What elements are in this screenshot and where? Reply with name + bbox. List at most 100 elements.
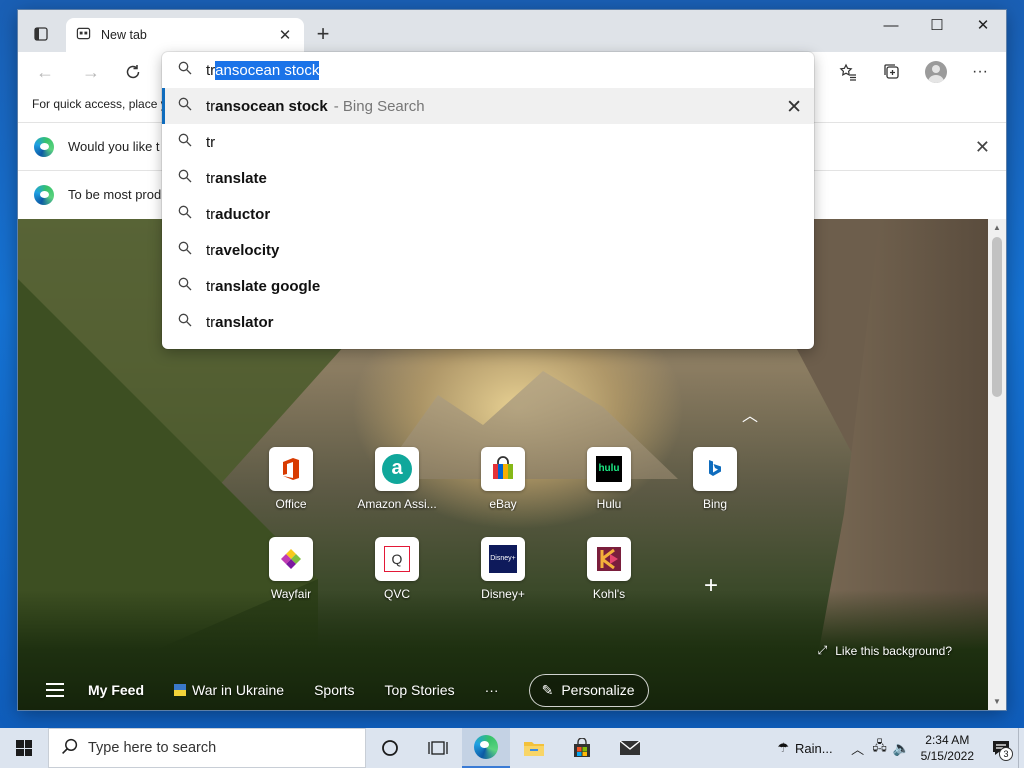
chevron-up-icon[interactable]: ︿ (847, 728, 869, 768)
settings-more-icon[interactable]: ··· (964, 58, 996, 86)
quick-link-amazon[interactable]: a Amazon Assi... (352, 447, 442, 511)
notifications-icon[interactable]: 3 (984, 728, 1018, 768)
quick-link-label: Wayfair (270, 587, 312, 601)
refresh-icon[interactable] (118, 58, 148, 86)
mail-icon[interactable] (606, 728, 654, 768)
volume-icon[interactable]: 🔈 (891, 728, 913, 768)
feed-tab-sports[interactable]: Sports (314, 682, 354, 698)
hulu-icon: hulu (587, 447, 631, 491)
cortana-icon[interactable] (366, 728, 414, 768)
address-bar-input[interactable]: transocean stock (162, 52, 814, 88)
wayfair-icon (269, 537, 313, 581)
suggestion-item[interactable]: translator (162, 304, 814, 340)
clock-time: 2:34 AM (925, 733, 970, 747)
quick-link-kohls[interactable]: Kohl's (564, 537, 654, 601)
quick-link-ebay[interactable]: eBay (458, 447, 548, 511)
clock[interactable]: 2:34 AM 5/15/2022 (921, 732, 974, 764)
personalize-label: Personalize (561, 682, 635, 698)
tab-actions-icon[interactable] (24, 20, 58, 48)
windows-logo-icon (16, 740, 32, 756)
infobar-message: Would you like t (68, 139, 160, 154)
scroll-up-icon[interactable]: ▲ (988, 223, 1006, 232)
edge-logo-icon (34, 136, 54, 157)
quick-link-bing[interactable]: Bing (670, 447, 760, 511)
remove-suggestion-icon[interactable]: ✕ (786, 96, 802, 119)
quick-link-label: Kohl's (592, 587, 626, 601)
infobar-message: To be most prod (68, 187, 162, 202)
search-icon (61, 738, 78, 758)
minimize-button[interactable]: — (868, 10, 914, 40)
disney-icon: Disney+ (481, 537, 525, 581)
autocomplete-selection: ansocean stock (215, 60, 320, 80)
tab-close-icon[interactable]: ✕ (276, 26, 294, 44)
amazon-icon: a (375, 447, 419, 491)
personalize-button[interactable]: ✎ Personalize (528, 673, 650, 707)
tab-new-tab[interactable]: New tab ✕ (66, 18, 304, 52)
forward-icon[interactable]: → (76, 58, 106, 86)
suggestion-item[interactable]: translate google (162, 268, 814, 304)
quick-link-wayfair[interactable]: Wayfair (246, 537, 336, 601)
network-icon[interactable]: 🖧 (869, 728, 891, 768)
quick-link-qvc[interactable]: Q QVC (352, 537, 442, 601)
search-icon (178, 133, 192, 151)
suggestion-item[interactable]: transocean stock - Bing Search ✕ (162, 88, 814, 124)
search-icon (178, 277, 192, 295)
edge-taskbar-icon[interactable] (462, 728, 510, 768)
scroll-down-icon[interactable]: ▼ (988, 697, 1006, 706)
scrollbar-thumb[interactable] (992, 237, 1002, 397)
like-background-link[interactable]: ⤢ Like this background? (818, 643, 952, 658)
task-view-icon[interactable] (414, 728, 462, 768)
weather-widget[interactable]: ☂ Rain... (777, 740, 832, 756)
collections-icon[interactable] (876, 58, 908, 86)
feed-more-icon[interactable]: ··· (485, 682, 499, 698)
address-bar-dropdown: transocean stock transocean stock - Bing … (162, 52, 814, 349)
show-desktop-button[interactable] (1018, 728, 1024, 768)
chevron-up-icon[interactable]: ︿ (742, 402, 758, 426)
infobar-close-icon[interactable]: ✕ (975, 137, 990, 158)
feed-tab-top-stories[interactable]: Top Stories (385, 682, 455, 698)
kohls-icon (587, 537, 631, 581)
search-icon (178, 61, 192, 79)
tab-strip: New tab ✕ + — ☐ ✕ (18, 10, 1006, 52)
maximize-button[interactable]: ☐ (914, 10, 960, 40)
feed-bar: My Feed War in Ukraine Sports Top Storie… (18, 670, 988, 710)
toolbar-right: ··· (832, 58, 996, 86)
suggestion-item[interactable]: tr (162, 124, 814, 160)
edge-logo-icon (34, 184, 54, 205)
search-icon (178, 97, 192, 115)
suggestion-hint: - Bing Search (333, 97, 425, 115)
pencil-icon: ✎ (541, 681, 554, 698)
qvc-icon: Q (375, 537, 419, 581)
close-window-button[interactable]: ✕ (960, 10, 1006, 40)
new-tab-page-icon (76, 26, 91, 44)
feed-tab-my-feed[interactable]: My Feed (88, 682, 144, 698)
search-icon (178, 169, 192, 187)
search-icon (178, 241, 192, 259)
suggestion-item[interactable]: travelocity (162, 232, 814, 268)
add-quick-link-button[interactable]: + (704, 572, 718, 600)
window-controls: — ☐ ✕ (868, 10, 1006, 42)
file-explorer-icon[interactable] (510, 728, 558, 768)
suggestion-item[interactable]: translate (162, 160, 814, 196)
taskbar-search-box[interactable]: Type here to search (48, 728, 366, 768)
office-icon (269, 447, 313, 491)
quick-link-label: Hulu (596, 497, 622, 511)
back-icon[interactable]: ← (30, 58, 60, 86)
microsoft-store-icon[interactable] (558, 728, 606, 768)
page-scrollbar[interactable]: ▲ ▼ (988, 219, 1006, 710)
favorites-icon[interactable] (832, 58, 864, 86)
ebay-icon (481, 447, 525, 491)
quick-link-hulu[interactable]: hulu Hulu (564, 447, 654, 511)
profile-avatar[interactable] (920, 58, 952, 86)
start-button[interactable] (0, 728, 48, 768)
quick-link-disney[interactable]: Disney+ Disney+ (458, 537, 548, 601)
suggestion-item[interactable]: traductor (162, 196, 814, 232)
address-text: transocean stock (206, 60, 320, 80)
new-tab-button[interactable]: + (310, 22, 336, 48)
hamburger-menu-icon[interactable] (46, 683, 64, 697)
feed-tab-war-in-ukraine[interactable]: War in Ukraine (174, 682, 284, 698)
bing-icon (693, 447, 737, 491)
typed-text: tr (206, 61, 216, 79)
search-icon (178, 313, 192, 331)
quick-link-office[interactable]: Office (246, 447, 336, 511)
